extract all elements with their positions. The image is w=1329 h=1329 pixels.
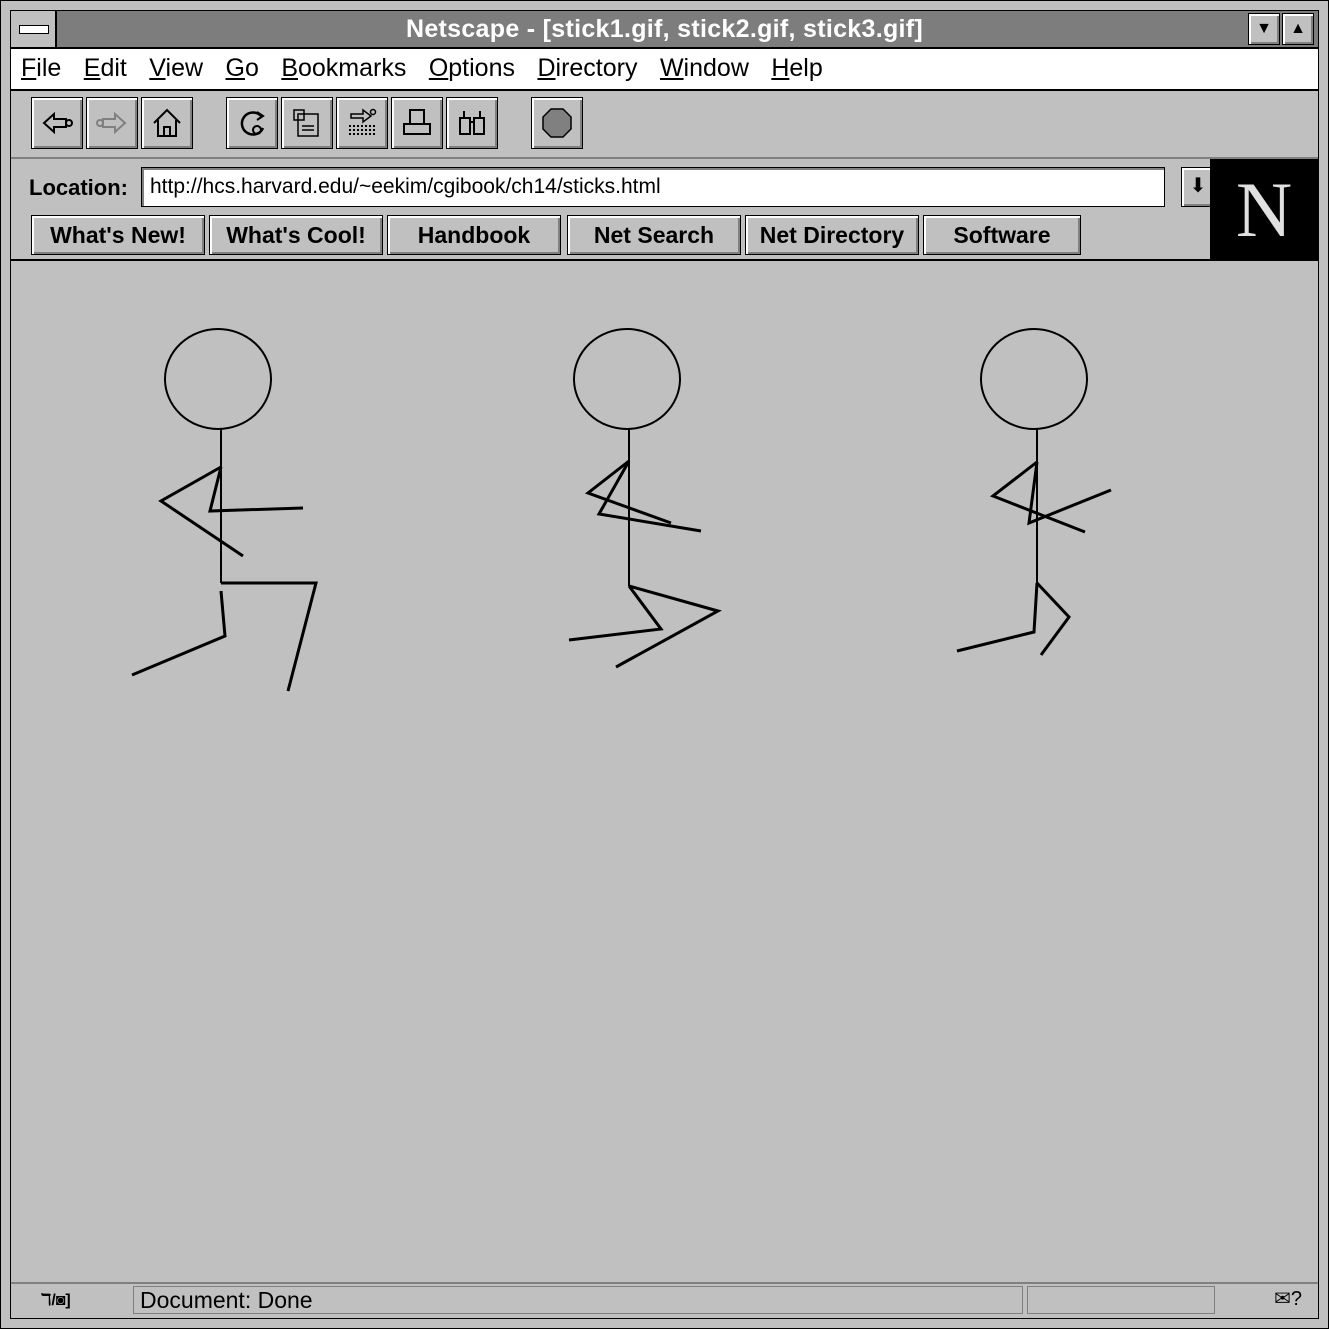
print-button[interactable] — [391, 97, 443, 149]
menu-view[interactable]: View — [149, 49, 203, 87]
status-text: Document: Done — [133, 1286, 1023, 1314]
software-button[interactable]: Software — [923, 215, 1081, 255]
stop-button[interactable] — [531, 97, 583, 149]
location-label: Location: — [29, 175, 128, 200]
home-button[interactable] — [141, 97, 193, 149]
toolbar — [11, 91, 1318, 159]
menu-edit[interactable]: Edit — [84, 49, 127, 87]
page-content — [11, 261, 1318, 1282]
whats-new-button[interactable]: What's New! — [31, 215, 205, 255]
location-input[interactable]: http://hcs.harvard.edu/~eekim/cgibook/ch… — [141, 167, 1165, 207]
home-icon — [153, 108, 181, 137]
print-icon — [403, 109, 431, 135]
menu-file[interactable]: File — [21, 49, 61, 87]
open-button[interactable] — [336, 97, 388, 149]
images-button[interactable] — [281, 97, 333, 149]
reload-icon — [240, 111, 265, 136]
status-bar: ℸ/◙] Document: Done ✉? — [11, 1282, 1318, 1318]
stop-icon — [542, 108, 572, 138]
forward-button[interactable] — [86, 97, 138, 149]
security-key-icon[interactable]: ℸ/◙] — [41, 1290, 111, 1312]
stick-figure-2 — [568, 328, 722, 669]
menu-window[interactable]: Window — [660, 49, 749, 87]
net-directory-button[interactable]: Net Directory — [745, 215, 919, 255]
back-icon — [42, 111, 73, 135]
stick-figures-canvas — [131, 328, 1112, 692]
menu-help[interactable]: Help — [771, 49, 822, 87]
mail-icon[interactable]: ✉? — [1274, 1286, 1302, 1311]
window-frame: Netscape - [stick1.gif, stick2.gif, stic… — [10, 10, 1319, 1319]
menu-bookmarks[interactable]: Bookmarks — [281, 49, 406, 87]
progress-area — [1027, 1286, 1215, 1314]
reload-button[interactable] — [226, 97, 278, 149]
forward-icon — [96, 111, 127, 135]
handbook-button[interactable]: Handbook — [387, 215, 561, 255]
images-icon — [293, 109, 319, 137]
open-icon — [349, 108, 377, 135]
netscape-n-icon: N — [1235, 166, 1293, 253]
title-bar[interactable]: Netscape - [stick1.gif, stick2.gif, stic… — [11, 11, 1318, 49]
menu-go[interactable]: Go — [226, 49, 259, 87]
window-title: Netscape - [stick1.gif, stick2.gif, stic… — [405, 15, 924, 43]
arrow-down-icon: ⬇ — [1189, 175, 1207, 197]
net-search-button[interactable]: Net Search — [567, 215, 741, 255]
back-button[interactable] — [31, 97, 83, 149]
menu-options[interactable]: Options — [429, 49, 515, 87]
menu-bar: File Edit View Go Bookmarks Options Dire… — [11, 49, 1318, 91]
netscape-logo[interactable]: N — [1210, 159, 1318, 259]
stick-figure-3 — [956, 328, 1112, 656]
menu-directory[interactable]: Directory — [537, 49, 637, 87]
stick-figure-1 — [131, 328, 318, 692]
netscape-window: Netscape - [stick1.gif, stick2.gif, stic… — [0, 0, 1329, 1329]
maximize-button[interactable]: ▲ — [1282, 13, 1314, 45]
minimize-button[interactable]: ▼ — [1248, 13, 1280, 45]
whats-cool-button[interactable]: What's Cool! — [209, 215, 383, 255]
location-bar: Location: http://hcs.harvard.edu/~eekim/… — [11, 159, 1318, 261]
find-button[interactable] — [446, 97, 498, 149]
find-icon — [459, 111, 485, 135]
